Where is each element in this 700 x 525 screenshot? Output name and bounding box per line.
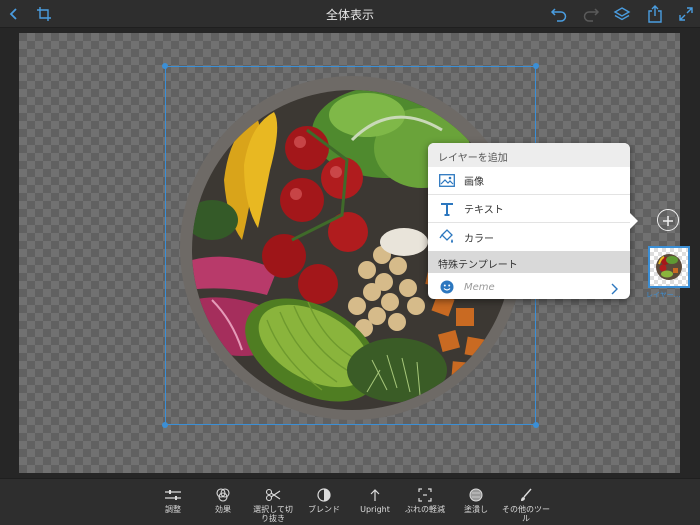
add-text-layer-item[interactable]: テキスト bbox=[428, 195, 630, 223]
brush-icon bbox=[519, 487, 533, 503]
tool-blend[interactable]: ブレンド bbox=[298, 487, 350, 514]
tool-more-label: その他のツール bbox=[502, 505, 550, 523]
image-icon bbox=[438, 172, 456, 190]
redo-icon[interactable] bbox=[581, 4, 601, 24]
resize-handle[interactable] bbox=[533, 63, 539, 69]
upright-icon bbox=[368, 487, 382, 503]
blend-icon bbox=[317, 487, 331, 503]
fill-icon bbox=[469, 487, 483, 503]
special-templates-section: 特殊テンプレート bbox=[428, 251, 630, 273]
scissors-icon bbox=[265, 487, 281, 503]
tool-more[interactable]: その他のツール bbox=[500, 487, 552, 523]
salad-thumbnail-image bbox=[656, 254, 682, 280]
tool-select-cutout[interactable]: 選択して切り抜き bbox=[247, 487, 299, 523]
add-image-layer-item[interactable]: 画像 bbox=[428, 167, 630, 195]
effects-icon bbox=[215, 487, 231, 503]
tool-fill[interactable]: 塗潰し bbox=[450, 487, 502, 514]
resize-handle[interactable] bbox=[162, 63, 168, 69]
smiley-icon bbox=[438, 278, 456, 296]
popover-header: レイヤーを追加 bbox=[428, 143, 630, 167]
shake-reduction-icon bbox=[418, 487, 432, 503]
tool-upright-label: Upright bbox=[360, 505, 390, 514]
fullscreen-icon[interactable] bbox=[676, 4, 696, 24]
tool-shake-reduction[interactable]: ぶれの軽減 bbox=[399, 487, 451, 514]
sliders-icon bbox=[165, 487, 181, 503]
app-window: 全体表示 レイヤーを追加 画像 テキスト カラー 特殊テンプレート Meme レ… bbox=[0, 0, 700, 525]
tool-effects-label: 効果 bbox=[215, 505, 231, 514]
add-color-layer-item[interactable]: カラー bbox=[428, 223, 630, 251]
tool-select-cutout-label: 選択して切り抜き bbox=[253, 505, 293, 523]
layer-thumbnail-label: レイヤー... bbox=[646, 291, 681, 298]
chevron-right-icon bbox=[610, 280, 618, 299]
top-bar: 全体表示 bbox=[0, 0, 700, 28]
add-image-layer-label: 画像 bbox=[464, 177, 484, 188]
tool-fill-label: 塗潰し bbox=[464, 505, 488, 514]
tool-adjust[interactable]: 調整 bbox=[147, 487, 199, 514]
layer-thumbnail[interactable] bbox=[648, 246, 690, 288]
meme-template-item[interactable]: Meme bbox=[428, 273, 630, 301]
plus-icon bbox=[663, 211, 673, 230]
add-layer-button[interactable] bbox=[657, 209, 679, 231]
paint-bucket-icon bbox=[438, 228, 456, 246]
undo-icon[interactable] bbox=[549, 4, 569, 24]
tool-upright[interactable]: Upright bbox=[349, 487, 401, 514]
resize-handle[interactable] bbox=[162, 422, 168, 428]
add-text-layer-label: テキスト bbox=[464, 205, 504, 216]
tool-shake-reduction-label: ぶれの軽減 bbox=[405, 505, 445, 514]
tool-adjust-label: 調整 bbox=[165, 505, 181, 514]
bottom-toolbar: 調整 効果 選択して切り抜き ブレンド Upright ぶれの軽減 塗潰し その… bbox=[0, 478, 700, 525]
add-color-layer-label: カラー bbox=[464, 233, 494, 245]
resize-handle[interactable] bbox=[533, 422, 539, 428]
share-icon[interactable] bbox=[645, 4, 665, 24]
text-icon bbox=[438, 200, 456, 218]
tool-blend-label: ブレンド bbox=[308, 505, 340, 514]
tool-effects[interactable]: 効果 bbox=[197, 487, 249, 514]
layers-icon[interactable] bbox=[612, 4, 632, 24]
add-layer-popover: レイヤーを追加 画像 テキスト カラー 特殊テンプレート Meme bbox=[428, 143, 638, 301]
meme-template-label: Meme bbox=[464, 281, 495, 293]
